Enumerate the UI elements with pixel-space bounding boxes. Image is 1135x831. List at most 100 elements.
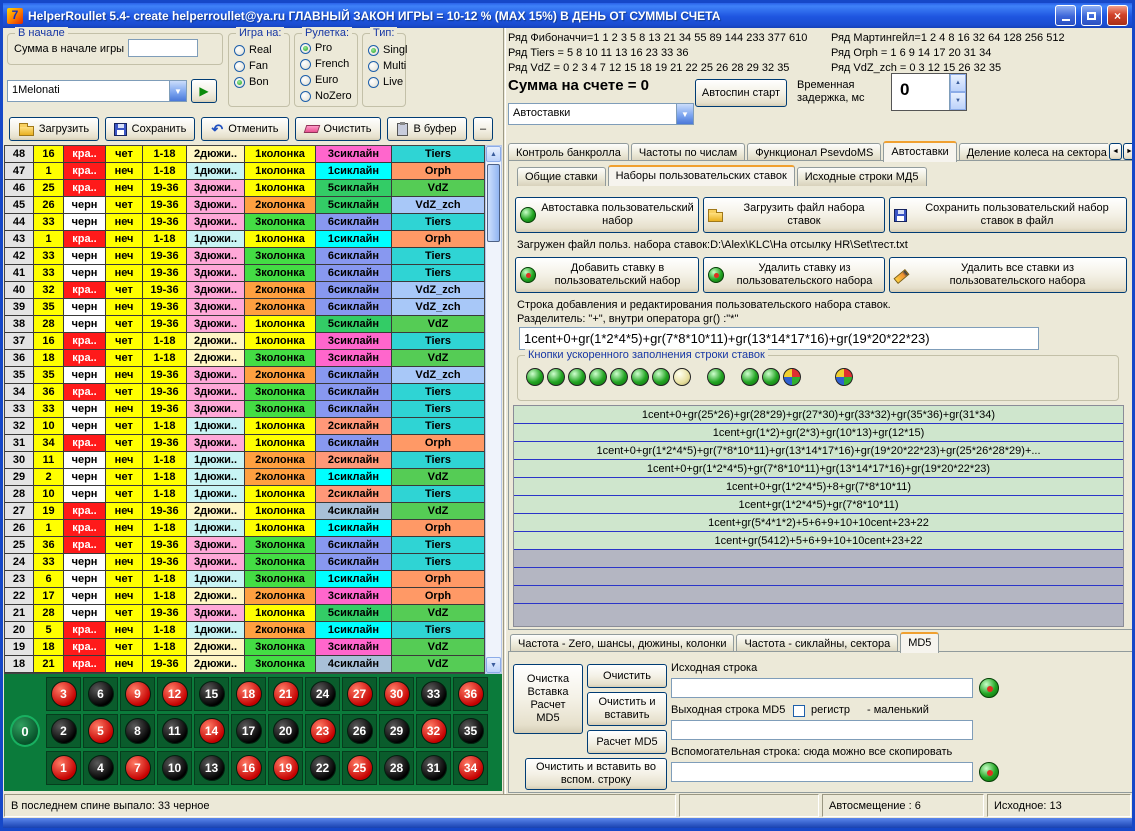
bet-string-input[interactable] bbox=[519, 327, 1039, 350]
start-sum-input[interactable] bbox=[128, 39, 198, 57]
board-cell-6[interactable]: 6 bbox=[83, 677, 118, 711]
board-cell-18[interactable]: 18 bbox=[231, 677, 266, 711]
quick-chip-button[interactable] bbox=[568, 368, 586, 386]
save-bet-file-button[interactable]: Сохранить пользовательский набор ставок … bbox=[889, 197, 1127, 233]
bet-row[interactable]: 1cent+gr(1*2)+gr(2*3)+gr(10*13)+gr(12*15… bbox=[514, 424, 1123, 442]
quick-chip-button[interactable] bbox=[762, 368, 780, 386]
table-row[interactable]: 3210чернчет1-181дюжи..1колонка2сиклайнTi… bbox=[5, 418, 484, 435]
inner-tab-1[interactable]: Общие ставки bbox=[517, 167, 606, 186]
delete-bet-button[interactable]: Удалить ставку из пользовательского набо… bbox=[703, 257, 885, 293]
autospin-start-button[interactable]: Автоспин старт bbox=[695, 79, 787, 107]
table-row[interactable]: 3935черннеч19-363дюжи..2колонка6сиклайнV… bbox=[5, 299, 484, 316]
md5-aux-input[interactable] bbox=[671, 762, 973, 782]
table-row[interactable]: 3716кра..чет1-182дюжи..1колонка3сиклайнT… bbox=[5, 333, 484, 350]
board-cell-11[interactable]: 11 bbox=[157, 714, 192, 748]
board-cell-29[interactable]: 29 bbox=[379, 714, 414, 748]
quick-chip-button[interactable] bbox=[631, 368, 649, 386]
board-cell-23[interactable]: 23 bbox=[305, 714, 340, 748]
board-cell-35[interactable]: 35 bbox=[453, 714, 488, 748]
md5-calc-button[interactable]: Расчет MD5 bbox=[587, 730, 667, 754]
table-row[interactable]: 2128чернчет19-363дюжи..1колонка5сиклайнV… bbox=[5, 605, 484, 622]
scroll-down-button[interactable]: ▼ bbox=[486, 657, 501, 673]
board-cell-31[interactable]: 31 bbox=[416, 751, 451, 785]
main-tab-4[interactable]: Автоставки bbox=[883, 141, 956, 162]
board-cell-14[interactable]: 14 bbox=[194, 714, 229, 748]
play-button[interactable]: ▶ bbox=[191, 79, 217, 103]
delete-all-bets-button[interactable]: Удалить все ставки из пользовательского … bbox=[889, 257, 1127, 293]
table-row[interactable]: 4433черннеч19-363дюжи..3колонка6сиклайнT… bbox=[5, 214, 484, 231]
board-cell-22[interactable]: 22 bbox=[305, 751, 340, 785]
table-row[interactable]: 292чернчет1-181дюжи..2колонка1сиклайнVdZ bbox=[5, 469, 484, 486]
board-cell-34[interactable]: 34 bbox=[453, 751, 488, 785]
board-cell-27[interactable]: 27 bbox=[342, 677, 377, 711]
delay-value[interactable]: 0 bbox=[892, 74, 949, 110]
bet-row[interactable]: 1cent+gr(5412)+5+6+9+10+10cent+23+22 bbox=[514, 532, 1123, 550]
history-scrollbar[interactable]: ▲ ▼ bbox=[485, 145, 502, 674]
radio-wheel-euro[interactable]: Euro bbox=[300, 74, 352, 86]
radio-type-multi[interactable]: Multi bbox=[368, 60, 400, 72]
bet-row[interactable]: 1cent+gr(5*4*1*2)+5+6+9+10+10cent+23+22 bbox=[514, 514, 1123, 532]
autobets-combobox[interactable]: Автоставки ▼ bbox=[508, 103, 694, 125]
toolbar-button-undo[interactable]: ↶Отменить bbox=[201, 117, 289, 141]
table-row[interactable]: 4816кра..чет1-182дюжи..1колонка3сиклайнT… bbox=[5, 146, 484, 163]
radio-wheel-pro[interactable]: Pro bbox=[300, 42, 352, 54]
table-row[interactable]: 471кра..неч1-181дюжи..1колонка1сиклайнOr… bbox=[5, 163, 484, 180]
board-cell-3[interactable]: 3 bbox=[46, 677, 81, 711]
table-row[interactable]: 1918кра..чет1-182дюжи..3колонка3сиклайнV… bbox=[5, 639, 484, 656]
toolbar-button-open-folder[interactable]: Загрузить bbox=[9, 117, 99, 141]
toolbar-button-clipboard[interactable]: В буфер bbox=[387, 117, 467, 141]
board-cell-13[interactable]: 13 bbox=[194, 751, 229, 785]
spinner-up-button[interactable]: ▲ bbox=[950, 74, 966, 92]
board-cell-9[interactable]: 9 bbox=[120, 677, 155, 711]
spinner-down-button[interactable]: ▼ bbox=[950, 92, 966, 110]
table-row[interactable]: 3618кра..чет1-182дюжи..3колонка3сиклайнV… bbox=[5, 350, 484, 367]
board-cell-4[interactable]: 4 bbox=[83, 751, 118, 785]
autobet-user-set-button[interactable]: Автоставка пользовательский набор bbox=[515, 197, 699, 233]
table-row[interactable]: 2536кра..чет19-363дюжи..3колонка6сиклайн… bbox=[5, 537, 484, 554]
collapse-button[interactable]: – bbox=[473, 117, 493, 141]
quick-chip-button[interactable] bbox=[741, 368, 759, 386]
bet-row-empty[interactable] bbox=[514, 568, 1123, 586]
quick-chip-button[interactable] bbox=[526, 368, 544, 386]
board-cell-24[interactable]: 24 bbox=[305, 677, 340, 711]
md5-all-in-one-button[interactable]: Очистка Вставка Расчет MD5 bbox=[513, 664, 583, 734]
table-row[interactable]: 261кра..неч1-181дюжи..1колонка1сиклайнOr… bbox=[5, 520, 484, 537]
board-cell-25[interactable]: 25 bbox=[342, 751, 377, 785]
table-row[interactable]: 3134кра..чет19-363дюжи..1колонка6сиклайн… bbox=[5, 435, 484, 452]
board-cell-32[interactable]: 32 bbox=[416, 714, 451, 748]
bet-row-empty[interactable] bbox=[514, 550, 1123, 568]
board-cell-30[interactable]: 30 bbox=[379, 677, 414, 711]
minimize-button[interactable] bbox=[1055, 5, 1076, 26]
table-row[interactable]: 3333черннеч19-363дюжи..3колонка6сиклайнT… bbox=[5, 401, 484, 418]
bet-row[interactable]: 1cent+0+gr(25*26)+gr(28*29)+gr(27*30)+gr… bbox=[514, 406, 1123, 424]
radio-game-bon[interactable]: Bon bbox=[234, 76, 284, 88]
quick-chip-button[interactable] bbox=[783, 368, 801, 386]
board-cell-16[interactable]: 16 bbox=[231, 751, 266, 785]
board-cell-2[interactable]: 2 bbox=[46, 714, 81, 748]
delay-spinner[interactable]: 0 ▲ ▼ bbox=[891, 73, 967, 111]
table-row[interactable]: 3828чернчет19-363дюжи..1колонка5сиклайнV… bbox=[5, 316, 484, 333]
bottom-tab-3[interactable]: MD5 bbox=[900, 632, 939, 653]
table-row[interactable]: 3436кра..чет19-363дюжи..3колонка6сиклайн… bbox=[5, 384, 484, 401]
bet-row[interactable]: 1cent+gr(1*2*4*5)+gr(7*8*10*11) bbox=[514, 496, 1123, 514]
table-row[interactable]: 4233черннеч19-363дюжи..3колонка6сиклайнT… bbox=[5, 248, 484, 265]
board-cell-7[interactable]: 7 bbox=[120, 751, 155, 785]
board-cell-5[interactable]: 5 bbox=[83, 714, 118, 748]
close-button[interactable]: × bbox=[1107, 5, 1128, 26]
table-row[interactable]: 2217черннеч1-182дюжи..2колонка3сиклайнOr… bbox=[5, 588, 484, 605]
board-cell-12[interactable]: 12 bbox=[157, 677, 192, 711]
quick-chip-button[interactable] bbox=[835, 368, 853, 386]
add-bet-button[interactable]: Добавить ставку в пользовательский набор bbox=[515, 257, 699, 293]
md5-output-input[interactable] bbox=[671, 720, 973, 740]
board-cell-20[interactable]: 20 bbox=[268, 714, 303, 748]
table-row[interactable]: 2719кра..неч19-362дюжи..1колонка4сиклайн… bbox=[5, 503, 484, 520]
bet-row-empty[interactable] bbox=[514, 586, 1123, 604]
tab-scroll-right-button[interactable]: ► bbox=[1123, 143, 1135, 160]
board-cell-8[interactable]: 8 bbox=[120, 714, 155, 748]
table-row[interactable]: 205кра..неч1-181дюжи..2колонка1сиклайнTi… bbox=[5, 622, 484, 639]
toolbar-button-save-disk[interactable]: Сохранить bbox=[105, 117, 195, 141]
table-row[interactable]: 4133черннеч19-363дюжи..3колонка6сиклайнT… bbox=[5, 265, 484, 282]
table-row[interactable]: 2810чернчет1-181дюжи..1колонка2сиклайнTi… bbox=[5, 486, 484, 503]
table-row[interactable]: 4526чернчет19-363дюжи..2колонка5сиклайнV… bbox=[5, 197, 484, 214]
radio-type-singl[interactable]: Singl bbox=[368, 44, 400, 56]
